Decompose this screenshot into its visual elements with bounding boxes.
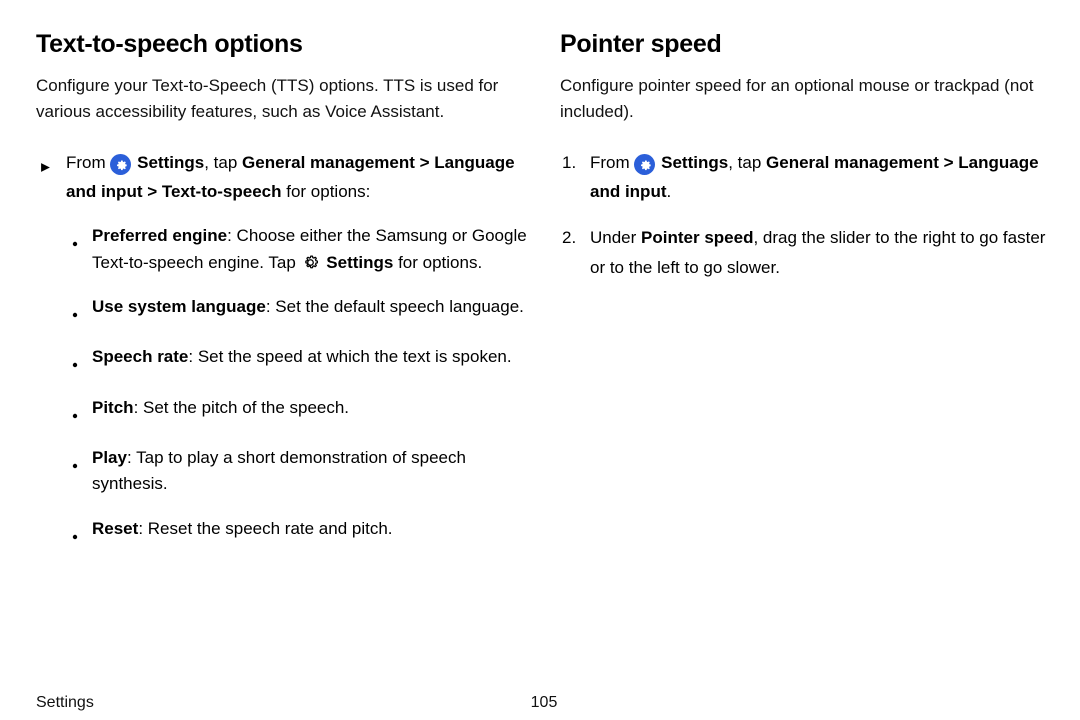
- bullet-label: Speech rate: [92, 347, 188, 366]
- bullet-icon: [66, 516, 92, 548]
- tts-bullet-list: Preferred engine: Choose either the Sams…: [66, 223, 528, 548]
- gear-icon: [110, 154, 131, 175]
- tts-step: From Settings, tap General management > …: [36, 148, 528, 566]
- tts-heading: Text-to-speech options: [36, 30, 528, 59]
- gear-outline-icon: [301, 252, 321, 272]
- bullet-label: Use system language: [92, 297, 266, 316]
- bullet-icon: [66, 344, 92, 376]
- pointer-step-1: 1. From Settings, tap General management…: [560, 148, 1052, 208]
- bullet-icon: [66, 294, 92, 326]
- step-end-text: .: [666, 182, 671, 201]
- list-item: Play: Tap to play a short demonstration …: [66, 445, 528, 498]
- bullet-label: Pitch: [92, 398, 134, 417]
- tts-intro: Configure your Text-to-Speech (TTS) opti…: [36, 73, 528, 126]
- bullet-text: : Set the default speech language.: [266, 297, 524, 316]
- pointer-heading: Pointer speed: [560, 30, 1052, 59]
- step-settings-bold: Settings: [656, 153, 728, 172]
- tts-step-body: From Settings, tap General management > …: [66, 148, 528, 566]
- footer-page-number: 105: [531, 694, 558, 712]
- step-options-text: for options:: [282, 182, 371, 201]
- list-item: Speech rate: Set the speed at which the …: [66, 344, 528, 376]
- footer-section-label: Settings: [36, 694, 94, 712]
- step-from-text: From: [590, 153, 630, 172]
- bullet-text: for options.: [393, 253, 482, 272]
- bullet-settings-bold: Settings: [322, 253, 394, 272]
- step-bold-text: Pointer speed: [641, 228, 753, 247]
- bullet-text: : Set the pitch of the speech.: [134, 398, 349, 417]
- triangle-marker-icon: [36, 148, 66, 566]
- left-column: Text-to-speech options Configure your Te…: [36, 30, 528, 582]
- step-settings-bold: Settings: [132, 153, 204, 172]
- bullet-text: : Tap to play a short demonstration of s…: [92, 448, 466, 493]
- step-number: 1.: [560, 148, 590, 208]
- right-column: Pointer speed Configure pointer speed fo…: [560, 30, 1052, 582]
- bullet-text: : Reset the speech rate and pitch.: [138, 519, 392, 538]
- list-item: Use system language: Set the default spe…: [66, 294, 528, 326]
- bullet-label: Preferred engine: [92, 226, 227, 245]
- list-item: Preferred engine: Choose either the Sams…: [66, 223, 528, 276]
- gear-icon: [634, 154, 655, 175]
- list-item: Pitch: Set the pitch of the speech.: [66, 395, 528, 427]
- step-tap-text: , tap: [728, 153, 766, 172]
- bullet-text: : Set the speed at which the text is spo…: [188, 347, 511, 366]
- step-number: 2.: [560, 223, 590, 283]
- bullet-label: Play: [92, 448, 127, 467]
- step-from-text: From: [66, 153, 106, 172]
- step-pre-text: Under: [590, 228, 641, 247]
- pointer-step-2: 2. Under Pointer speed, drag the slider …: [560, 223, 1052, 283]
- bullet-label: Reset: [92, 519, 138, 538]
- bullet-icon: [66, 445, 92, 498]
- pointer-intro: Configure pointer speed for an optional …: [560, 73, 1052, 126]
- bullet-icon: [66, 395, 92, 427]
- step-tap-text: , tap: [204, 153, 242, 172]
- bullet-icon: [66, 223, 92, 276]
- list-item: Reset: Reset the speech rate and pitch.: [66, 516, 528, 548]
